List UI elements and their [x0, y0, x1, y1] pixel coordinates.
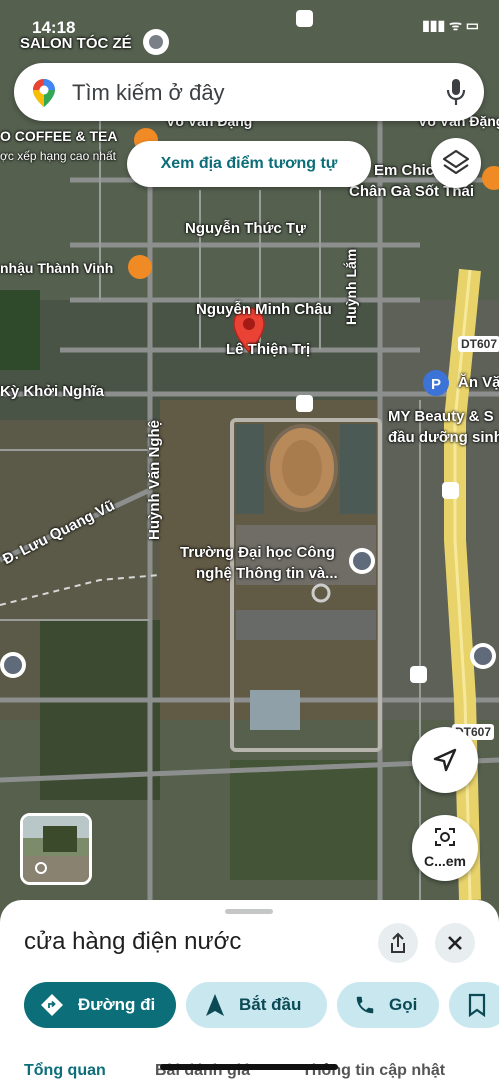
share-button[interactable]	[378, 923, 418, 963]
map-label-road: Huỳnh Lắm	[343, 248, 359, 325]
layers-icon	[442, 149, 470, 175]
bookmark-icon	[468, 993, 486, 1017]
map-label-coffee-rating: ợc xếp hạng cao nhất	[0, 149, 116, 163]
map-label-road: Nguyễn Thức Tự	[185, 220, 306, 237]
status-bar: 14:18 ▮▮▮ ᯤ ▭	[0, 0, 499, 50]
camera-search-icon	[435, 828, 455, 846]
map-label-my-beauty[interactable]: MY Beauty & S	[388, 408, 494, 425]
start-label: Bắt đầu	[239, 995, 302, 1014]
my-location-button[interactable]	[412, 727, 478, 793]
map-label-an-vat[interactable]: Ăn Vặ	[458, 374, 499, 391]
lens-camera-button[interactable]: C...em	[412, 815, 478, 881]
share-icon	[391, 932, 405, 953]
map-label-road: Kỳ Khởi Nghĩa	[0, 383, 105, 400]
place-photo-thumbnail[interactable]	[20, 813, 92, 885]
directions-label: Đường đi	[78, 995, 156, 1014]
map-label-road: Lê Thiện Trị	[226, 341, 311, 358]
call-button[interactable]: Gọi	[337, 982, 439, 1028]
status-icons: ▮▮▮ ᯤ ▭	[422, 17, 479, 33]
map-label-road: Huỳnh Văn Nghệ	[146, 419, 163, 540]
start-navigation-icon	[206, 994, 224, 1016]
directions-icon	[41, 994, 63, 1016]
call-label: Gọi	[389, 995, 418, 1014]
search-bar[interactable]: Tìm kiếm ở đây	[14, 63, 484, 121]
sheet-drag-handle[interactable]	[225, 909, 273, 914]
map-label-university-sub[interactable]: nghệ Thông tin và...	[196, 565, 338, 582]
map-label-my-beauty-sub: đầu dưỡng sinh	[388, 429, 499, 446]
svg-text:P: P	[431, 376, 441, 393]
layers-button[interactable]	[431, 138, 481, 188]
map-label-em-chic[interactable]: Em Chic	[374, 162, 434, 179]
start-button[interactable]: Bắt đầu	[186, 982, 327, 1028]
photo-image	[23, 816, 89, 882]
place-bottom-sheet[interactable]: cửa hàng điện nước Đường đi Bắt đầu Gọi	[0, 900, 499, 1080]
close-button[interactable]	[435, 923, 475, 963]
home-indicator[interactable]	[160, 1064, 338, 1070]
route-badge: DT607	[458, 336, 499, 352]
phone-icon	[356, 996, 374, 1014]
search-input[interactable]: Tìm kiếm ở đây	[72, 80, 225, 106]
directions-button[interactable]: Đường đi	[24, 982, 176, 1028]
save-button[interactable]	[449, 982, 499, 1028]
place-title: cửa hàng điện nước	[24, 928, 242, 955]
map-label-coffee[interactable]: O COFFEE & TEA	[0, 128, 117, 144]
camera-button-label: C...em	[423, 853, 466, 869]
map-label-restaurant[interactable]: nhậu Thành Vinh	[0, 260, 113, 276]
map-label-university[interactable]: Trường Đại học Công	[180, 544, 335, 561]
tab-overview[interactable]: Tổng quan	[24, 1062, 106, 1080]
navigation-arrow-icon	[433, 748, 457, 772]
status-time: 14:18	[32, 18, 76, 37]
close-icon	[448, 936, 462, 950]
similar-places-button[interactable]: Xem địa điểm tương tự	[127, 141, 371, 187]
microphone-icon[interactable]	[446, 77, 466, 107]
map-label-road: Nguyễn Minh Châu	[196, 301, 332, 318]
maps-logo-icon	[33, 79, 55, 107]
